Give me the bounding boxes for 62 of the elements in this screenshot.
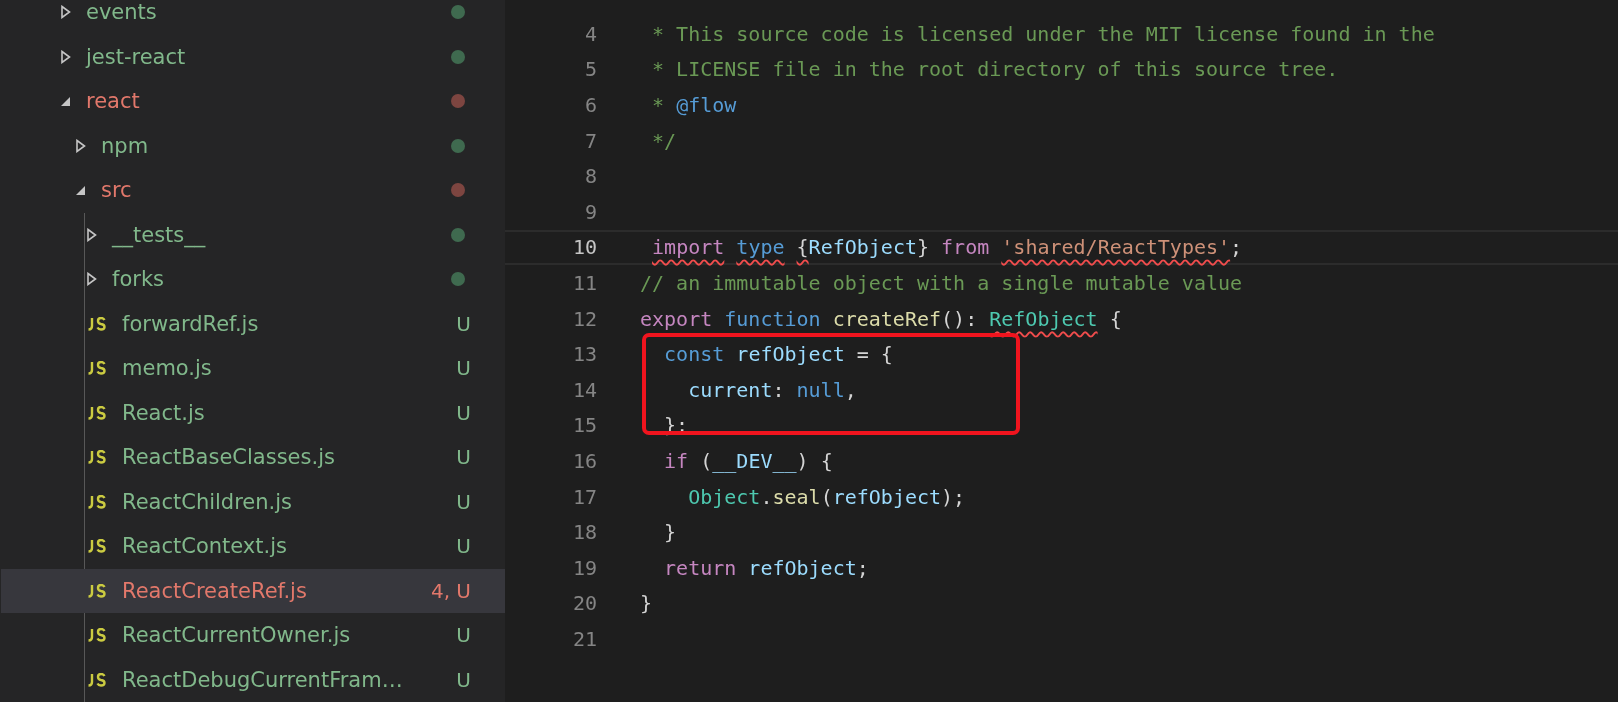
code-line: } [640, 591, 653, 616]
line-number: 18 [571, 520, 597, 545]
code-line: export function createRef(): RefObject { [640, 306, 1122, 331]
code-line: */ [651, 128, 677, 153]
code-line: } [663, 520, 677, 545]
folder-item[interactable]: src [0, 168, 505, 213]
collapsed-caret-icon[interactable] [60, 49, 72, 64]
line-number: 6 [583, 93, 597, 117]
file-item[interactable]: ReactDebugCurrentFram… U [1, 657, 505, 702]
folder-item[interactable]: __tests__ [1, 212, 505, 257]
line-number: 4 [583, 21, 597, 46]
line-number: 19 [571, 555, 597, 580]
line-number: 11 [571, 270, 597, 295]
javascript-file-icon [86, 450, 108, 465]
line-number: 10 [571, 235, 597, 260]
javascript-file-icon [86, 494, 108, 509]
javascript-file-icon [86, 361, 108, 376]
collapsed-caret-icon[interactable] [86, 227, 98, 242]
javascript-file-icon [86, 628, 108, 643]
javascript-file-icon [86, 583, 108, 598]
file-item[interactable]: ReactChildren.js U [1, 479, 505, 524]
javascript-file-icon [86, 316, 108, 331]
file-item[interactable]: ReactCurrentOwner.js U [1, 613, 505, 658]
code-line: * @flow [651, 93, 737, 117]
code-line: Object.seal(refObject); [687, 484, 966, 509]
code-line: import type {RefObject} from 'shared/ReactTypes'; [651, 235, 1243, 260]
line-number: 15 [571, 413, 597, 438]
line-number: 7 [583, 128, 597, 153]
javascript-file-icon [86, 539, 108, 554]
file-item[interactable]: memo.js U [1, 346, 505, 391]
code-line: // an immutable object with a single mutable value [640, 270, 1243, 295]
javascript-file-icon [86, 672, 108, 687]
line-number: 21 [571, 626, 597, 651]
folder-item[interactable]: forks [1, 257, 505, 302]
collapsed-caret-icon[interactable] [86, 272, 98, 287]
collapsed-caret-icon[interactable] [60, 5, 72, 20]
file-item[interactable]: ReactContext.js U [1, 524, 505, 569]
line-number: 12 [571, 306, 597, 331]
collapsed-caret-icon[interactable] [75, 138, 87, 153]
file-item[interactable]: ReactCreateRef.js 4, U [1, 568, 505, 613]
line-number: 20 [571, 591, 597, 616]
folder-item[interactable]: react [0, 79, 505, 124]
line-number: 8 [583, 164, 597, 189]
folder-item[interactable]: events [0, 0, 505, 35]
line-number: 9 [583, 199, 597, 224]
line-number: 5 [583, 57, 597, 82]
file-item[interactable]: React.js U [1, 390, 505, 435]
file-item[interactable]: ReactBaseClasses.js U [1, 435, 505, 480]
code-line: const refObject = { [663, 342, 893, 367]
code-line: current: null, [687, 377, 857, 402]
code-line: if (__DEV__) { [663, 448, 833, 473]
line-number: 14 [571, 377, 597, 402]
line-number: 17 [571, 484, 597, 509]
code-line: * LICENSE file in the root directory of this source tree. [651, 57, 1339, 82]
code-line: return refObject; [663, 555, 869, 580]
line-number: 16 [571, 448, 597, 473]
folder-item[interactable]: jest-react [0, 34, 505, 79]
line-number: 13 [571, 342, 597, 367]
folder-item[interactable]: npm [0, 123, 505, 168]
file-item[interactable]: forwardRef.js U [1, 301, 505, 346]
javascript-file-icon [86, 405, 108, 420]
code-line: * This source code is licensed under the MIT license found in the [651, 21, 1435, 46]
